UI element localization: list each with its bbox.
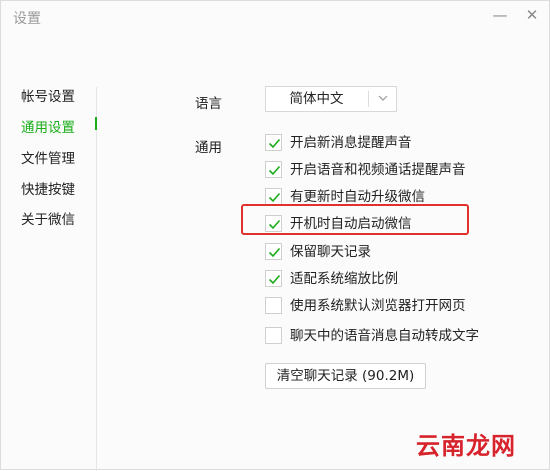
checkmark-icon <box>268 274 281 285</box>
checkbox[interactable] <box>265 297 282 314</box>
sidebar-divider <box>96 87 97 471</box>
sidebar-item-about[interactable]: 关于微信 <box>21 208 75 228</box>
settings-window: 设置 — ✕ 帐号设置 通用设置 文件管理 快捷按键 关于微信 语言 简体中文 … <box>0 0 550 471</box>
active-indicator <box>95 117 97 130</box>
checkmark-icon <box>268 138 281 149</box>
highlight-annotation <box>241 204 469 235</box>
checkbox[interactable] <box>265 134 282 151</box>
checkbox[interactable] <box>265 161 282 178</box>
option-label: 适配系统缩放比例 <box>290 271 398 287</box>
checkmark-icon <box>268 247 281 258</box>
checkbox[interactable] <box>265 327 282 344</box>
option-label: 开启新消息提醒声音 <box>290 135 412 151</box>
checkbox[interactable] <box>265 188 282 205</box>
checkmark-icon <box>268 192 281 203</box>
watermark-logo: 云南龙网 <box>416 431 516 460</box>
language-value: 简体中文 <box>289 91 344 107</box>
option-label: 聊天中的语音消息自动转成文字 <box>290 328 479 344</box>
language-label: 语言 <box>195 96 222 112</box>
option-label: 开启语音和视频通话提醒声音 <box>290 162 466 178</box>
general-label: 通用 <box>195 140 222 156</box>
sidebar-item-files[interactable]: 文件管理 <box>21 147 75 167</box>
checkbox[interactable] <box>265 270 282 287</box>
sidebar-item-general[interactable]: 通用设置 <box>21 116 75 136</box>
checkbox[interactable] <box>265 243 282 260</box>
window-title: 设置 <box>13 11 41 27</box>
option-label: 使用系统默认浏览器打开网页 <box>290 298 466 314</box>
language-select[interactable]: 简体中文 <box>265 86 397 112</box>
clear-history-button[interactable]: 清空聊天记录 (90.2M) <box>265 363 426 389</box>
chevron-down-icon <box>378 95 388 101</box>
minimize-button[interactable]: — <box>489 5 511 25</box>
sidebar-item-shortcuts[interactable]: 快捷按键 <box>21 178 75 198</box>
select-divider <box>368 91 369 107</box>
option-label: 保留聊天记录 <box>290 244 371 260</box>
checkmark-icon <box>268 165 281 176</box>
sidebar-item-account[interactable]: 帐号设置 <box>21 85 75 105</box>
close-button[interactable]: ✕ <box>521 5 543 25</box>
